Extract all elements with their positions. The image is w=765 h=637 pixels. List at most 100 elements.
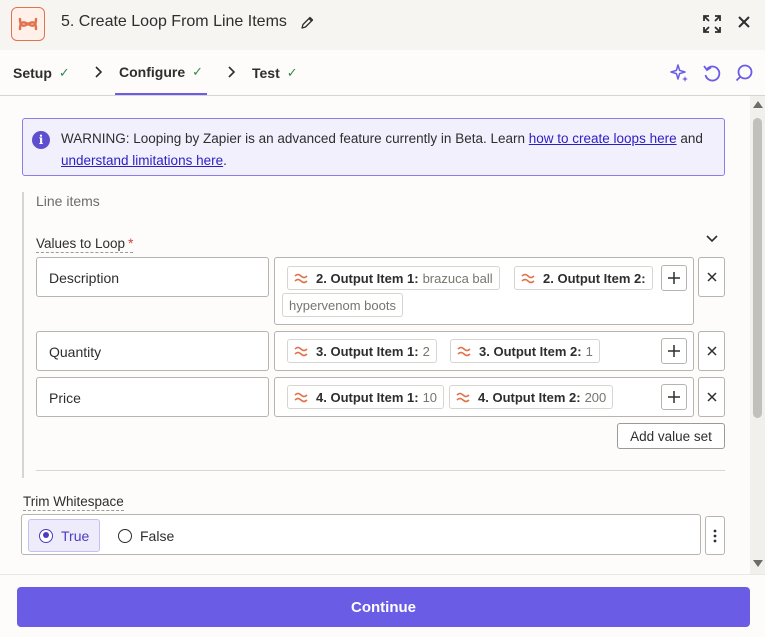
remove-row-button[interactable] [698, 377, 725, 417]
values-to-loop-label: Values to Loop * [36, 236, 134, 253]
required-mark: * [128, 236, 134, 251]
value-input-quantity[interactable]: 3. Output Item 1: 2 3. Output Item 2: 1 [274, 331, 694, 371]
data-pill[interactable]: 2. Output Item 2: [514, 266, 653, 290]
plus-icon [668, 345, 680, 357]
zapier-loop-icon [18, 17, 38, 31]
beta-warning-banner: i WARNING: Looping by Zapier is an advan… [22, 118, 725, 176]
configure-panel: i WARNING: Looping by Zapier is an advan… [0, 96, 750, 574]
radio-label: False [140, 527, 175, 544]
pill-name: 2. Output Item 1: [316, 270, 419, 286]
remove-row-button[interactable] [698, 257, 725, 297]
insert-data-button[interactable] [661, 384, 687, 410]
radio-option-true[interactable]: True [28, 519, 101, 552]
tab-test[interactable]: Test ✓ [252, 50, 298, 95]
footer: Continue [0, 574, 765, 637]
add-value-set-button[interactable]: Add value set [617, 423, 725, 449]
key-input-quantity[interactable]: Quantity [36, 331, 269, 371]
field-mapping-icon [294, 346, 308, 357]
plus-icon [668, 391, 680, 403]
chevron-right-icon [95, 66, 103, 78]
x-icon [706, 346, 717, 356]
tab-label: Setup [13, 64, 52, 81]
step-title-text: Create Loop From Line Items [78, 13, 287, 30]
pill-value: 10 [422, 389, 438, 405]
sparkle-icon[interactable] [670, 63, 690, 83]
tab-label: Test [252, 64, 280, 81]
warning-text: WARNING: Looping by Zapier is an advance… [61, 128, 721, 172]
field-mapping-icon [456, 392, 470, 403]
warning-text-part: . [223, 153, 227, 168]
radio-label: True [61, 527, 90, 544]
scroll-up-arrow-icon[interactable] [753, 101, 763, 108]
pill-value: brazuca ball [422, 270, 493, 286]
key-input-price[interactable]: Price [36, 377, 269, 417]
step-header: 5. Create Loop From Line Items [0, 0, 765, 50]
warning-text-part: WARNING: Looping by Zapier is an advance… [61, 131, 529, 146]
scroll-thumb[interactable] [753, 118, 762, 418]
step-tabs: Setup ✓ Configure ✓ Test ✓ [0, 50, 765, 96]
data-pill[interactable]: 4. Output Item 2: 200 [449, 385, 614, 409]
x-icon [706, 272, 717, 282]
pill-name: 3. Output Item 1: [316, 343, 419, 359]
step-title: 5. Create Loop From Line Items [61, 13, 287, 31]
step-number: 5. [61, 13, 75, 30]
remove-row-button[interactable] [698, 331, 725, 371]
pill-name: 3. Output Item 2: [479, 343, 582, 359]
pill-value: 200 [584, 389, 607, 405]
plus-icon [668, 272, 680, 284]
checkmark-icon: ✓ [192, 63, 204, 79]
field-mapping-icon [294, 392, 308, 403]
continue-button[interactable]: Continue [17, 587, 750, 627]
radio-unselected-icon [118, 528, 132, 543]
warning-text-part: and [676, 131, 703, 146]
radio-selected-icon [39, 528, 53, 543]
data-pill-continued[interactable]: hypervenom boots [282, 293, 403, 317]
pill-name: 4. Output Item 2: [478, 389, 581, 405]
divider [36, 470, 725, 471]
looping-app-icon [11, 7, 45, 41]
x-icon [706, 392, 717, 402]
insert-data-button[interactable] [661, 338, 687, 364]
chevron-down-icon[interactable] [705, 232, 719, 246]
undo-icon[interactable] [702, 63, 722, 83]
how-to-create-loops-link[interactable]: how to create loops here [529, 131, 677, 146]
radio-option-false[interactable]: False [108, 519, 184, 552]
key-input-description[interactable]: Description [36, 257, 269, 297]
kebab-icon [713, 529, 717, 542]
field-mapping-icon [457, 346, 471, 357]
comment-icon[interactable] [734, 63, 754, 83]
trim-whitespace-label: Trim Whitespace [23, 494, 124, 511]
info-icon: i [32, 131, 50, 149]
tab-configure[interactable]: Configure ✓ [115, 50, 208, 95]
field-label-text: Values to Loop [36, 236, 126, 251]
value-input-description[interactable]: 2. Output Item 1: brazuca ball 2. Output … [274, 257, 694, 325]
understand-limitations-link[interactable]: understand limitations here [61, 153, 223, 168]
data-pill[interactable]: 3. Output Item 1: 2 [287, 339, 437, 363]
scroll-down-arrow-icon[interactable] [753, 560, 763, 567]
data-pill[interactable]: 3. Output Item 2: 1 [450, 339, 600, 363]
pill-value: 1 [585, 343, 593, 359]
insert-data-button[interactable] [661, 265, 687, 291]
chevron-right-icon [228, 66, 236, 78]
tab-setup[interactable]: Setup ✓ [13, 50, 70, 95]
data-pill[interactable]: 2. Output Item 1: brazuca ball [287, 266, 500, 290]
checkmark-icon: ✓ [58, 64, 70, 80]
expand-icon[interactable] [702, 14, 722, 34]
pill-name: 4. Output Item 1: [316, 389, 419, 405]
tab-label: Configure [119, 63, 186, 80]
field-mapping-icon [521, 273, 535, 284]
data-pill[interactable]: 4. Output Item 1: 10 [287, 385, 445, 409]
pill-value: hypervenom boots [289, 297, 396, 313]
value-input-price[interactable]: 4. Output Item 1: 10 4. Output Item 2: 200 [274, 377, 694, 417]
section-rule [22, 192, 24, 478]
pill-name: 2. Output Item 2: [543, 270, 646, 286]
field-mapping-icon [294, 273, 308, 284]
close-icon[interactable] [737, 15, 751, 29]
section-title: Line items [36, 193, 100, 209]
checkmark-icon: ✓ [286, 64, 298, 80]
pill-value: 2 [422, 343, 430, 359]
trim-whitespace-radio-group: True False [21, 514, 701, 555]
pencil-icon[interactable] [300, 16, 314, 30]
vertical-scrollbar[interactable] [750, 96, 765, 574]
field-options-button[interactable] [705, 516, 725, 555]
